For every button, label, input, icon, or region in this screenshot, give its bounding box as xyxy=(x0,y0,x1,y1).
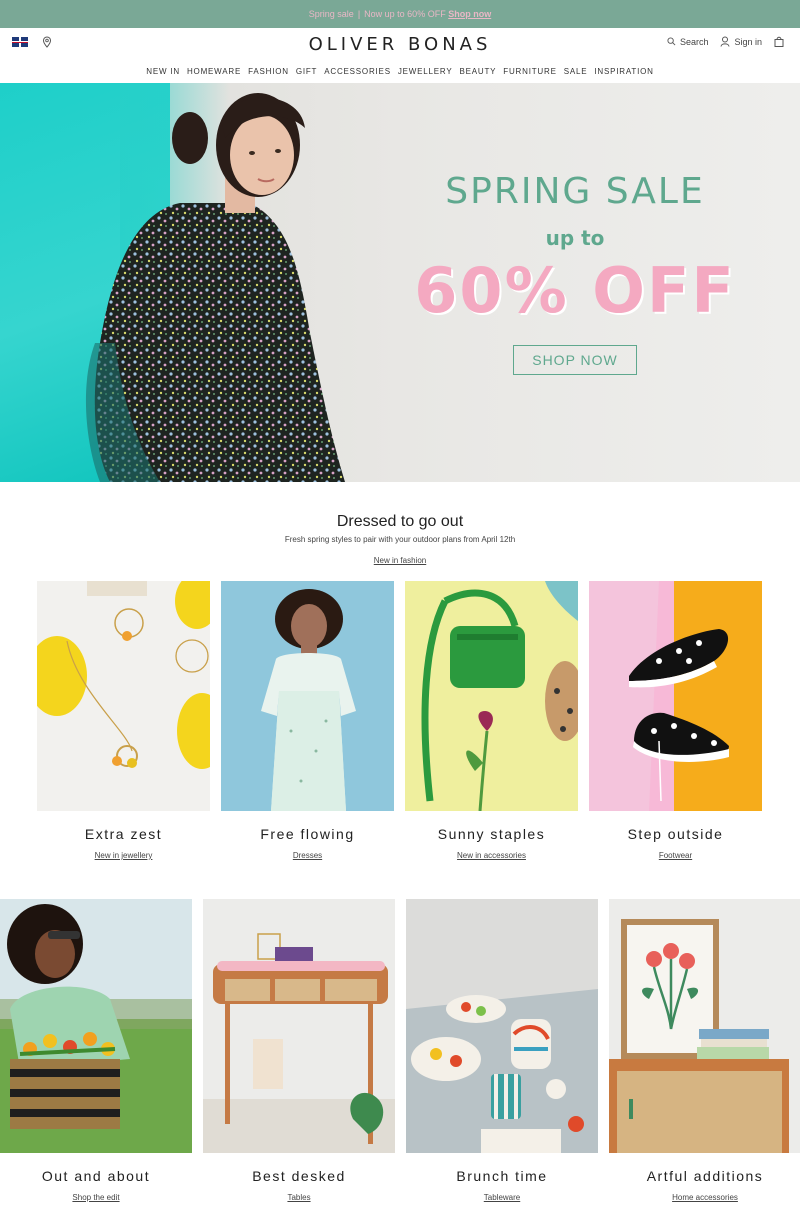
store-locator-icon[interactable] xyxy=(42,36,52,48)
promo-shop-link[interactable]: Shop now xyxy=(448,9,491,19)
product-row-2: Out and about Shop the edit Best desked … xyxy=(0,899,800,1205)
promo-text: Spring sale xyxy=(308,9,354,19)
promo-separator: | xyxy=(357,9,361,19)
hero-title: SPRING SALE xyxy=(445,171,705,212)
card-title: Artful additions xyxy=(646,1168,764,1184)
nav-item-homeware[interactable]: HOMEWARE xyxy=(187,67,241,76)
card-link[interactable]: Footwear xyxy=(659,851,692,860)
category-card[interactable]: Extra zest New in jewellery xyxy=(27,573,227,863)
search-icon xyxy=(667,37,676,46)
promo-offer: Now up to 60% OFF xyxy=(364,9,446,19)
nav-item-new-in[interactable]: NEW IN xyxy=(146,67,180,76)
category-card[interactable]: Brunch time Tableware xyxy=(406,899,598,1205)
category-card[interactable]: Best desked Tables xyxy=(203,899,395,1205)
main-nav: NEW IN HOMEWARE FASHION GIFT ACCESSORIES… xyxy=(0,60,800,82)
section-subtitle: Fresh spring styles to pair with your ou… xyxy=(284,535,516,544)
promo-banner: Spring sale | Now up to 60% OFF Shop now xyxy=(0,0,800,28)
card-title: Extra zest xyxy=(84,826,163,842)
footwear-image xyxy=(589,581,762,811)
nav-item-sale[interactable]: SALE xyxy=(564,67,588,76)
sign-in-button[interactable]: Sign in xyxy=(720,36,762,47)
hero-upto: up to xyxy=(545,226,605,250)
dress-model-image xyxy=(221,581,394,811)
nav-item-furniture[interactable]: FURNITURE xyxy=(503,67,556,76)
nav-item-gift[interactable]: GIFT xyxy=(296,67,317,76)
card-title: Step outside xyxy=(627,826,724,842)
site-header: OLIVER BONAS Search Sign in xyxy=(0,28,800,60)
home-accessories-image xyxy=(609,899,800,1153)
category-card[interactable]: Free flowing Dresses xyxy=(221,581,394,863)
card-title: Out and about xyxy=(41,1168,151,1184)
site-logo[interactable]: OLIVER BONAS xyxy=(309,34,492,55)
nav-item-beauty[interactable]: BEAUTY xyxy=(459,67,496,76)
section-header: Dressed to go out Fresh spring styles to… xyxy=(0,513,800,568)
category-card[interactable]: Out and about Shop the edit xyxy=(0,899,192,1205)
nav-item-accessories[interactable]: ACCESSORIES xyxy=(324,67,391,76)
category-card[interactable]: Artful additions Home accessories xyxy=(609,899,800,1205)
shop-now-button[interactable]: SHOP NOW xyxy=(513,345,637,375)
card-title: Free flowing xyxy=(260,826,355,842)
category-card[interactable]: Step outside Footwear xyxy=(589,581,762,863)
card-link[interactable]: New in accessories xyxy=(457,851,526,860)
out-and-about-image xyxy=(0,899,192,1153)
hero-banner[interactable]: SPRING SALE up to 60% OFF SHOP NOW xyxy=(0,83,800,482)
desk-image xyxy=(203,899,395,1153)
nav-item-inspiration[interactable]: INSPIRATION xyxy=(594,67,653,76)
jewellery-lemons-image xyxy=(27,573,227,811)
card-link[interactable]: Tableware xyxy=(484,1193,520,1202)
header-right: Search Sign in xyxy=(667,36,784,47)
search-button[interactable]: Search xyxy=(667,36,709,47)
card-title: Sunny staples xyxy=(437,826,546,842)
card-link[interactable]: New in jewellery xyxy=(95,851,153,860)
card-title: Best desked xyxy=(252,1168,346,1184)
accessories-bag-image xyxy=(405,581,585,812)
bag-icon[interactable] xyxy=(774,36,784,47)
card-link[interactable]: Home accessories xyxy=(672,1193,738,1202)
nav-item-fashion[interactable]: FASHION xyxy=(248,67,289,76)
product-row-1: Extra zest New in jewellery Free flowing… xyxy=(27,573,762,863)
uk-flag-icon[interactable] xyxy=(12,37,28,47)
hero-text-block: SPRING SALE up to 60% OFF SHOP NOW xyxy=(410,171,740,375)
card-link[interactable]: Dresses xyxy=(293,851,322,860)
sign-in-label: Sign in xyxy=(734,36,762,47)
new-in-fashion-link[interactable]: New in fashion xyxy=(374,556,426,565)
hero-model-image xyxy=(85,93,345,482)
card-link[interactable]: Tables xyxy=(287,1193,310,1202)
user-icon xyxy=(720,36,730,47)
category-card[interactable]: Sunny staples New in accessories xyxy=(405,581,585,863)
card-link[interactable]: Shop the edit xyxy=(72,1193,119,1202)
search-label: Search xyxy=(679,36,709,47)
nav-item-jewellery[interactable]: JEWELLERY xyxy=(398,67,453,76)
header-left xyxy=(12,36,52,48)
hero-discount: 60% OFF xyxy=(414,254,736,327)
section-title: Dressed to go out xyxy=(336,513,464,530)
brunch-tableware-image xyxy=(406,899,598,1153)
card-title: Brunch time xyxy=(456,1168,548,1184)
